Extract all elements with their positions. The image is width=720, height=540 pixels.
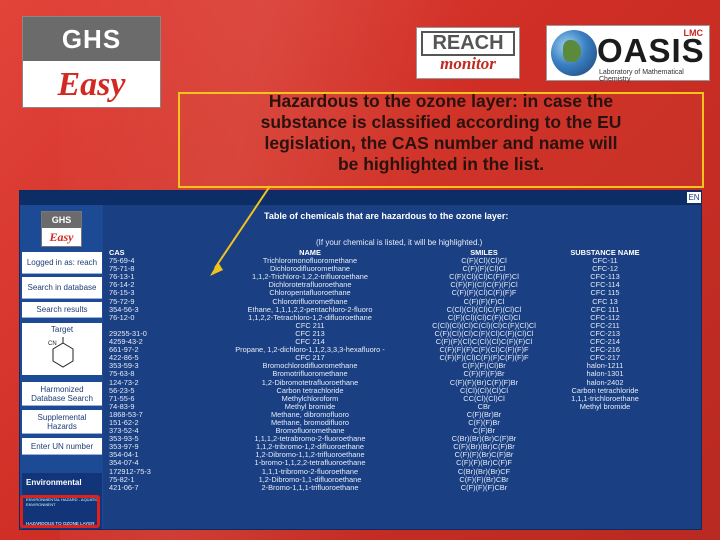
callout-line: legislation, the CAS number and name wil…: [264, 133, 618, 153]
app-sidebar: GHS Easy Logged in as: reach Search in d…: [20, 205, 103, 529]
reach-monitor-logo: REACH monitor: [416, 27, 520, 79]
callout-line: substance is classified according to the…: [260, 112, 622, 132]
svg-text:CN: CN: [48, 341, 57, 347]
app-topbar: EN: [20, 191, 701, 205]
ozone-table-panel: Table of chemicals that are hazardous to…: [104, 205, 701, 529]
sidebar-item-harmonized[interactable]: Harmonized Database Search: [22, 382, 102, 406]
ozone-link-highlight: [20, 495, 100, 528]
table-cell-substance: [550, 468, 660, 476]
target-label: Target: [50, 325, 74, 334]
table-cell-cas: 421-06-7: [109, 482, 139, 492]
language-cue[interactable]: EN: [687, 192, 701, 203]
column-smiles: SMILES C(F)(Cl)(Cl)Cl C(F)(F)(Cl)Cl C(F)(C…: [424, 248, 544, 492]
globe-icon: [551, 30, 597, 76]
oasis-subtitle: Laboratory of Mathematical Chemistry: [599, 69, 684, 83]
callout-line: Hazardous to the ozone layer: in case th…: [268, 91, 614, 111]
sidebar-item-search-database[interactable]: Search in database: [22, 277, 102, 299]
reach-logo-top: REACH: [421, 31, 515, 56]
table-cell-substance: [550, 419, 660, 427]
table-cell-substance: Methyl bromide: [579, 401, 631, 411]
environmental-heading: Environmental: [26, 478, 82, 487]
sidebar-target-panel[interactable]: Target CN: [22, 323, 102, 375]
table-title: Table of chemicals that are hazardous to…: [264, 211, 509, 221]
sidebar-item-supplemental[interactable]: Supplemental Hazards: [22, 410, 102, 434]
table-cell-substance: [550, 435, 660, 443]
table-cell-substance: [550, 459, 660, 467]
column-name: NAME Trichloromonofluoromethane Dichlorod…: [210, 248, 410, 492]
table-cell-substance: [550, 451, 660, 459]
sidebar-logo-bottom: Easy: [49, 230, 74, 244]
table-cell-substance: [550, 411, 660, 419]
sidebar-item-logged-in[interactable]: Logged in as: reach: [22, 252, 102, 274]
column-substance: SUBSTANCE NAME CFC-11 CFC-12 CFC-113 CFC-11…: [550, 248, 660, 492]
callout-text: Hazardous to the ozone layer: in case th…: [180, 91, 702, 175]
table-cell-smiles: C(F)(F)(F)CBr: [460, 482, 508, 492]
app-screenshot: EN GHS Easy Logged in as: reach Search i…: [19, 190, 702, 530]
table-cell-name: 2-Bromo-1,1,1-trifluoroethane: [261, 482, 359, 492]
table-cell-substance: [550, 476, 660, 484]
sidebar-item-enter-un[interactable]: Enter UN number: [22, 438, 102, 455]
table-cell-substance: [550, 484, 660, 492]
table-cell-substance: [550, 427, 660, 435]
reach-logo-bottom: monitor: [440, 54, 496, 73]
ghs-easy-logo: GHS Easy: [22, 16, 161, 108]
ghs-logo-top: GHS: [23, 17, 160, 61]
column-cas: CAS 75-69-4 75-71-8 76-13-1 76-14-2 76-15-3 7…: [109, 248, 171, 492]
sidebar-ghs-logo: GHS Easy: [41, 211, 82, 247]
table-cell-substance: [550, 443, 660, 451]
sidebar-item-search-results[interactable]: Search results: [22, 302, 102, 318]
oasis-logo: OASIS LMC Laboratory of Mathematical Che…: [546, 25, 710, 83]
callout-line: be highlighted in the list.: [337, 154, 545, 174]
sidebar-logo-top: GHS: [42, 212, 81, 228]
ghs-logo-bottom: Easy: [57, 65, 126, 103]
molecule-structure-icon: CN: [48, 337, 74, 368]
table-note: (If your chemical is listed, it will be …: [316, 238, 483, 247]
table-cell-cas: 76-12-0: [109, 312, 135, 322]
lmc-badge: LMC: [683, 28, 704, 38]
